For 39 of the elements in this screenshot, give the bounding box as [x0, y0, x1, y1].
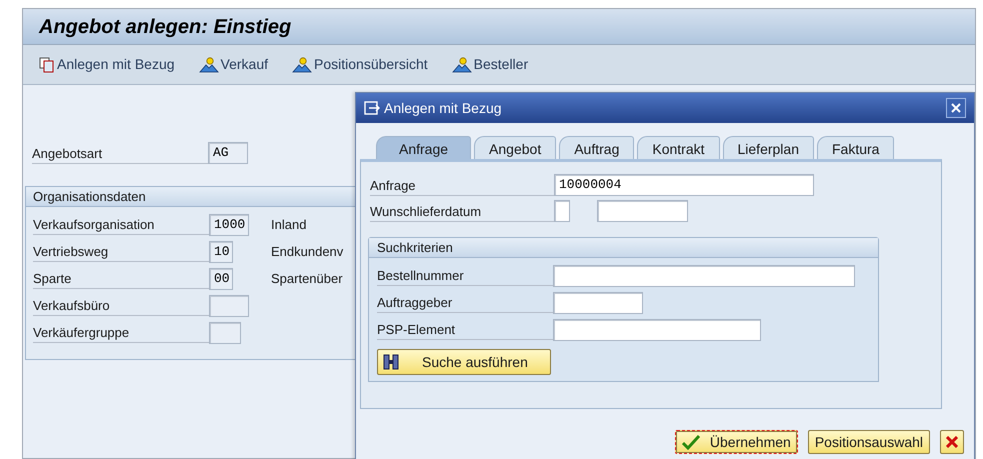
input-field[interactable]: [553, 318, 761, 340]
tab[interactable]: Faktura: [817, 136, 894, 159]
window-icon: [364, 101, 380, 115]
tab[interactable]: Lieferplan: [722, 136, 814, 159]
tab[interactable]: Auftrag: [559, 136, 634, 159]
input-field[interactable]: [209, 294, 249, 316]
toolbar-button[interactable]: Anlegen mit Bezug: [39, 54, 175, 75]
field-description: Endkundenv: [271, 242, 344, 261]
field-description: Inland: [271, 216, 306, 234]
copy-icon: [39, 56, 55, 72]
toolbar-button[interactable]: Positionsübersicht: [292, 54, 428, 75]
input-field[interactable]: 1000: [209, 214, 249, 236]
tab[interactable]: Kontrakt: [637, 136, 720, 159]
dialog-title: Anlegen mit Bezug: [384, 98, 502, 118]
dialog-button[interactable]: Positionsauswahl: [808, 430, 930, 454]
close-button[interactable]: [946, 98, 966, 118]
input-field[interactable]: 10000004: [554, 174, 814, 196]
toolbar-button[interactable]: Besteller: [452, 54, 528, 75]
dialog-button[interactable]: Übernehmen: [674, 430, 798, 454]
input-field[interactable]: 10: [209, 240, 233, 262]
input-field[interactable]: [553, 292, 643, 314]
checkmark-icon: [682, 434, 700, 450]
search-button[interactable]: Suche ausführen: [377, 349, 551, 375]
input-field[interactable]: 00: [209, 268, 233, 290]
input-field[interactable]: [554, 200, 570, 222]
input-field[interactable]: [209, 322, 241, 344]
toolbar-button[interactable]: Verkauf: [198, 54, 268, 75]
field-description: Spartenüber: [271, 270, 343, 288]
cancel-button[interactable]: [940, 430, 964, 454]
close-icon: [951, 103, 961, 113]
input-field[interactable]: AG: [208, 142, 248, 164]
input-field[interactable]: [553, 264, 855, 286]
group-title: Suchkriterien: [369, 238, 878, 258]
close-icon: [946, 436, 958, 448]
tab[interactable]: Angebot: [474, 136, 556, 159]
window-title: Angebot anlegen: Einstieg: [39, 14, 292, 40]
tab[interactable]: Anfrage: [376, 136, 472, 159]
binoculars-icon: [382, 353, 400, 371]
input-field[interactable]: [597, 200, 688, 222]
